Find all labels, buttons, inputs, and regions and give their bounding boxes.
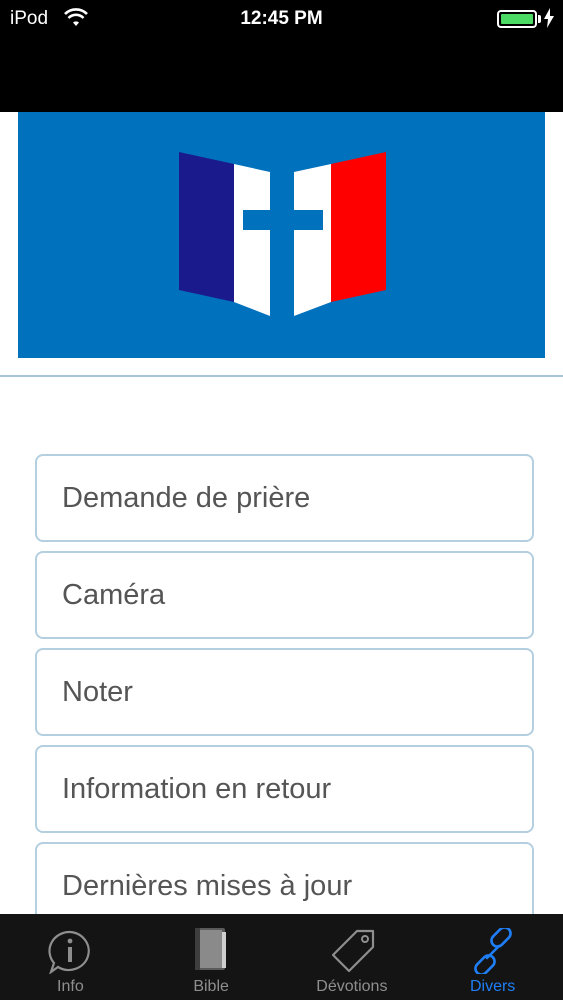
app-banner — [18, 112, 545, 358]
menu-item-feedback[interactable]: Information en retour — [35, 745, 534, 833]
battery-fill — [501, 14, 533, 24]
link-icon — [473, 928, 512, 974]
charging-icon — [543, 8, 555, 34]
status-row: iPod 12:45 PM — [0, 0, 563, 38]
bible-flag-logo-icon — [179, 152, 386, 316]
content-area: Demande de prière Caméra Noter Informati… — [0, 112, 563, 914]
tab-devotions[interactable]: Dévotions — [282, 914, 423, 1000]
tab-bible[interactable]: Bible — [141, 914, 282, 1000]
tab-misc-label: Divers — [469, 978, 516, 995]
tag-icon — [331, 929, 374, 973]
clock: 12:45 PM — [240, 8, 323, 29]
info-icon — [48, 930, 91, 974]
menu-item-camera[interactable]: Caméra — [35, 551, 534, 639]
tab-info-label: Info — [57, 978, 84, 995]
menu-item-prayer-request[interactable]: Demande de prière — [35, 454, 534, 542]
tab-devotions-label: Dévotions — [316, 978, 388, 995]
battery-icon — [497, 10, 537, 28]
tab-bible-label: Bible — [193, 978, 229, 995]
menu-item-note[interactable]: Noter — [35, 648, 534, 736]
header-divider — [0, 375, 563, 377]
tab-info[interactable]: Info — [0, 914, 141, 1000]
menu-item-latest-updates[interactable]: Dernières mises à jour — [35, 842, 534, 914]
menu-list: Demande de prière Caméra Noter Informati… — [35, 454, 534, 914]
tab-bar: Info Bible Dévotions Divers — [0, 914, 563, 1000]
battery-tip — [538, 15, 541, 23]
book-icon — [195, 928, 227, 970]
tab-misc[interactable]: Divers — [422, 914, 563, 1000]
status-bar: iPod 12:45 PM — [0, 0, 563, 112]
